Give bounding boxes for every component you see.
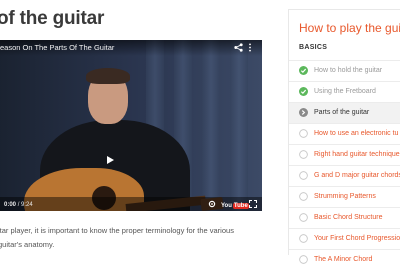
course-sidebar: How to play the guitar BASICS How to hol… xyxy=(288,9,400,264)
lesson-label: The A Minor Chord xyxy=(314,256,373,263)
lesson-label: How to hold the guitar xyxy=(314,67,383,74)
empty-circle-icon xyxy=(299,150,308,159)
empty-circle-icon xyxy=(299,213,308,222)
settings-icon[interactable] xyxy=(208,200,216,208)
lesson-label: How to use an electronic tu xyxy=(314,130,399,137)
lesson-label: Your First Chord Progressio xyxy=(314,235,400,242)
current-time: 0:00 xyxy=(4,202,17,208)
description-line: itar player, it is important to know the… xyxy=(0,226,234,235)
lesson-item[interactable]: Basic Chord Structure xyxy=(289,207,400,228)
lesson-label: Strumming Patterns xyxy=(314,193,376,200)
lesson-label: Right hand guitar technique xyxy=(314,151,400,158)
video-player[interactable]: eason On The Parts Of The Guitar 0:00 / … xyxy=(0,40,262,211)
section-label: BASICS xyxy=(299,44,328,51)
share-icon[interactable] xyxy=(234,43,243,52)
backdrop-panel xyxy=(202,40,220,211)
backdrop-panel xyxy=(230,40,248,211)
empty-circle-icon xyxy=(299,171,308,180)
lesson-label: Parts of the guitar xyxy=(314,109,370,116)
lesson-item[interactable]: Using the Fretboard xyxy=(289,81,400,102)
empty-circle-icon xyxy=(299,255,308,264)
arrow-circle-icon xyxy=(299,108,308,117)
lesson-item[interactable]: Strumming Patterns xyxy=(289,186,400,207)
youtube-logo[interactable]: You Tube xyxy=(221,203,249,209)
presenter-hair xyxy=(86,68,130,84)
lesson-description: itar player, it is important to know the… xyxy=(0,224,273,252)
lesson-item[interactable]: Your First Chord Progressio xyxy=(289,228,400,249)
lesson-item[interactable]: How to use an electronic tu xyxy=(289,123,400,144)
page-title: of the guitar xyxy=(0,8,105,29)
more-vertical-icon[interactable] xyxy=(248,43,252,52)
lesson-item[interactable]: G and D major guitar chords xyxy=(289,165,400,186)
lesson-item[interactable]: How to hold the guitar xyxy=(289,60,400,81)
lesson-item[interactable]: The A Minor Chord xyxy=(289,249,400,270)
video-time: 0:00 / 9:24 xyxy=(4,202,33,208)
lesson-item[interactable]: Parts of the guitar xyxy=(289,102,400,123)
play-icon[interactable] xyxy=(107,156,114,164)
lesson-item[interactable]: Right hand guitar technique xyxy=(289,144,400,165)
empty-circle-icon xyxy=(299,192,308,201)
check-circle-icon xyxy=(299,87,308,96)
lesson-label: Basic Chord Structure xyxy=(314,214,383,221)
lesson-label: Using the Fretboard xyxy=(314,88,376,95)
check-circle-icon xyxy=(299,66,308,75)
fullscreen-icon[interactable] xyxy=(249,200,257,208)
duration: 9:24 xyxy=(21,202,33,208)
empty-circle-icon xyxy=(299,234,308,243)
empty-circle-icon xyxy=(299,129,308,138)
video-title[interactable]: eason On The Parts Of The Guitar xyxy=(0,43,114,52)
course-title[interactable]: How to play the guitar xyxy=(299,21,400,35)
lesson-list: How to hold the guitar Using the Fretboar… xyxy=(289,60,400,270)
lesson-label: G and D major guitar chords xyxy=(314,172,400,179)
